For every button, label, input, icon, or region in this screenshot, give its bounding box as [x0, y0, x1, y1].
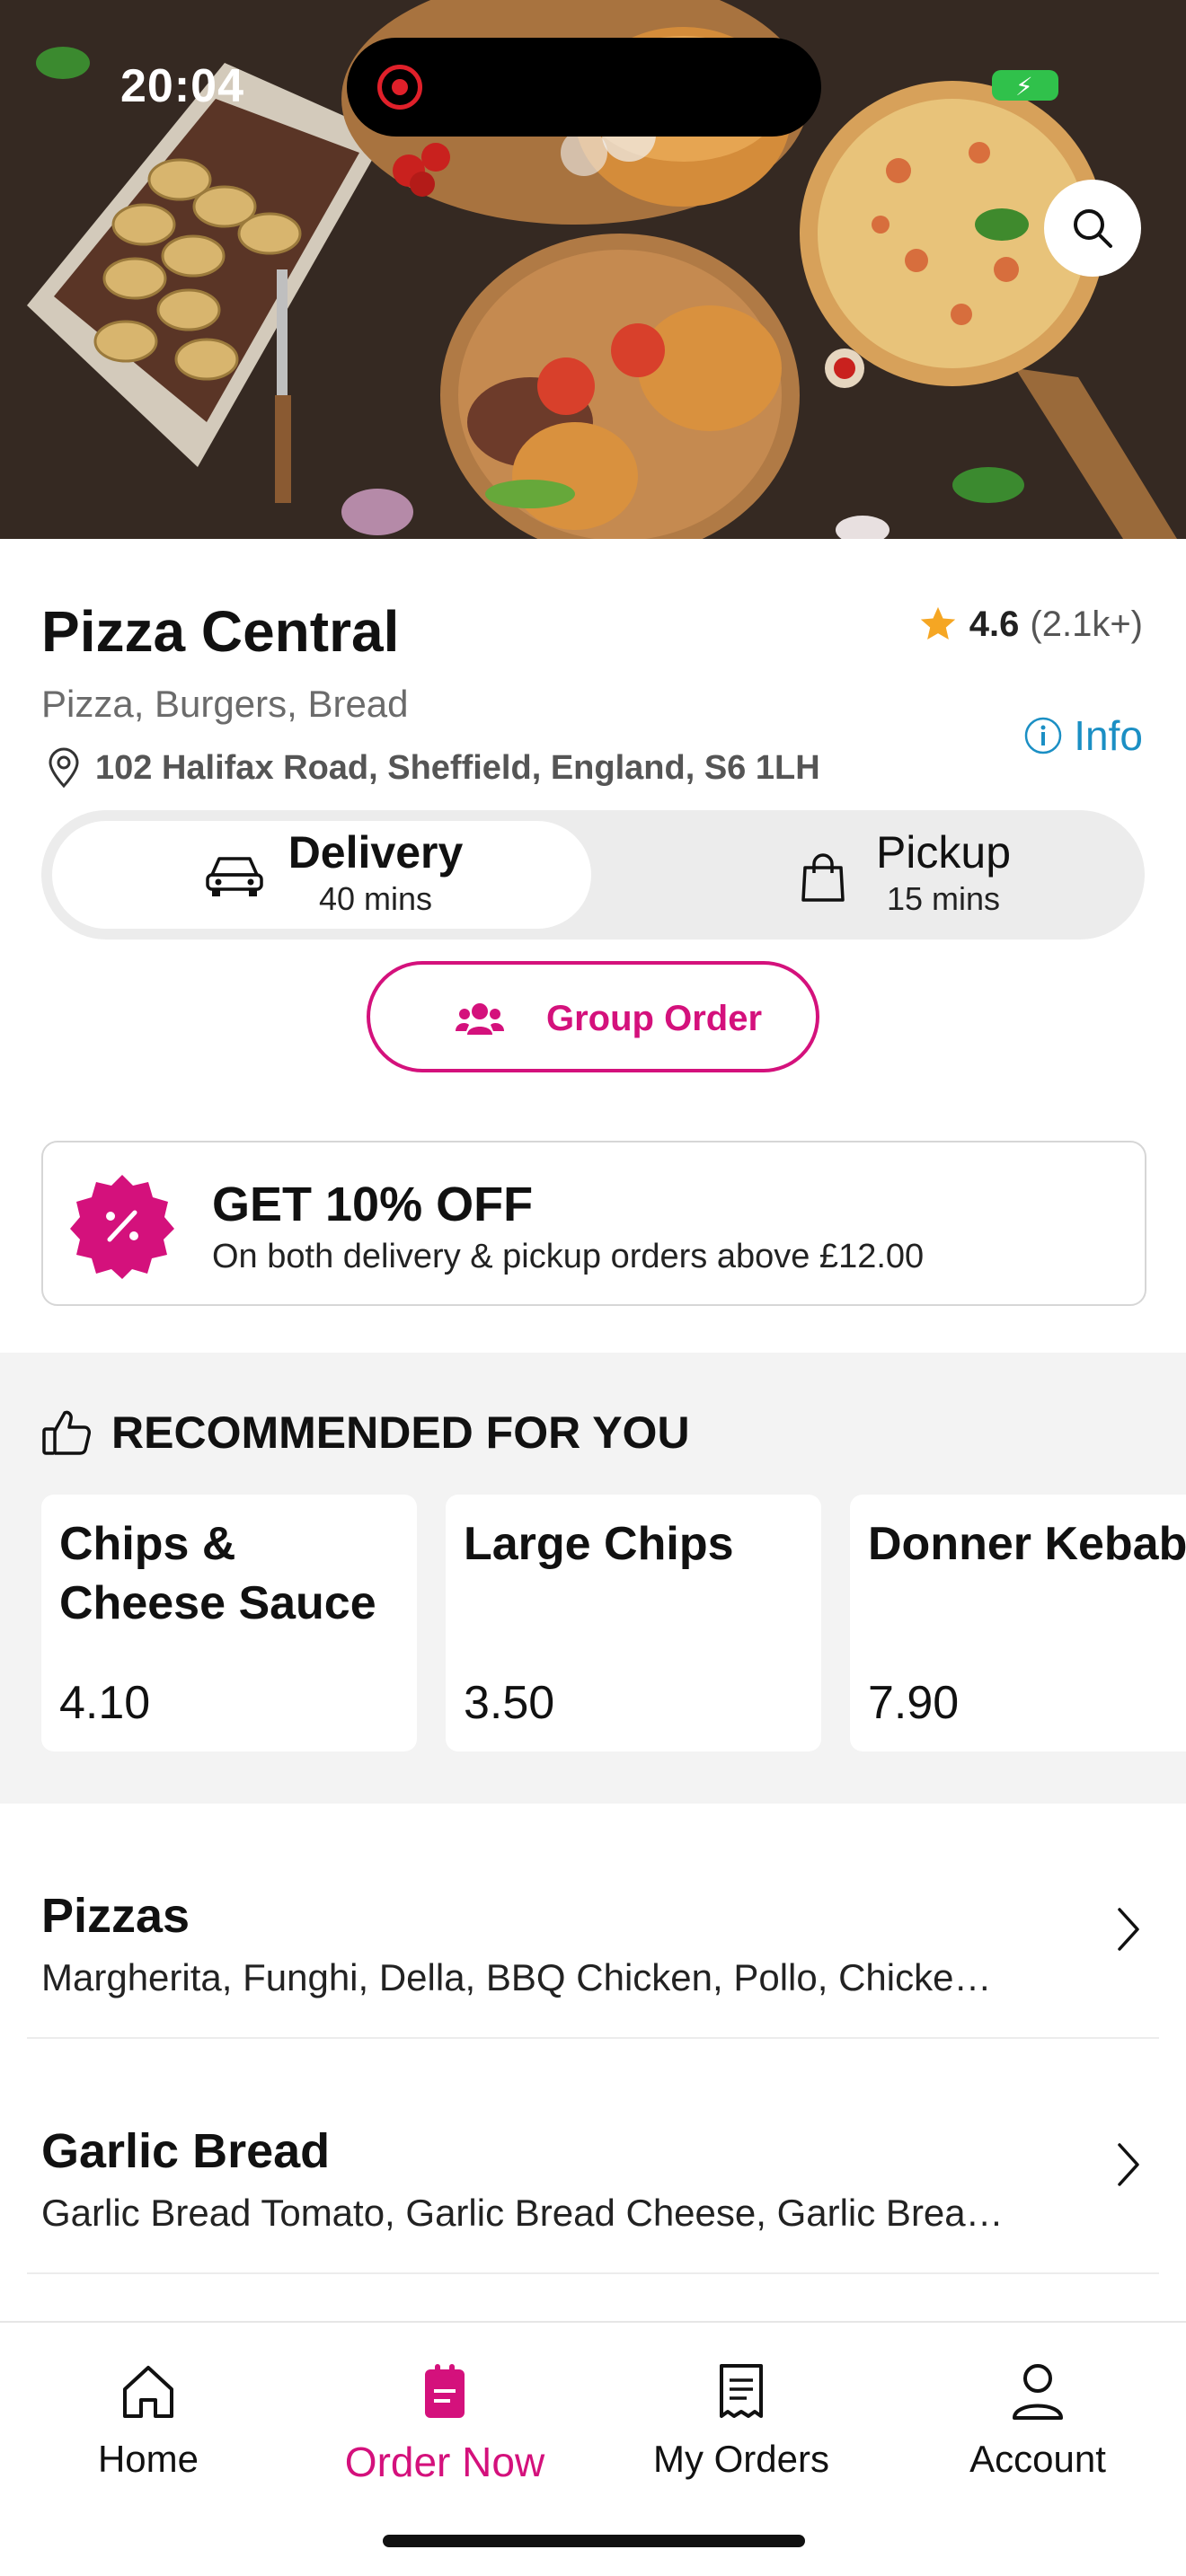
recommended-title: RECOMMENDED FOR YOU [111, 1407, 690, 1458]
recommended-section: RECOMMENDED FOR YOU Chips & Cheese Sauce… [0, 1353, 1186, 1804]
status-time: 20:04 [120, 60, 244, 112]
rating: 4.6 (2.1k+) [917, 604, 1143, 645]
address: 102 Halifax Road, Sheffield, England, S6… [45, 747, 820, 789]
order-icon [425, 2364, 465, 2418]
category-name: Garlic Bread [41, 2124, 331, 2178]
pickup-option[interactable]: Pickup 15 mins [602, 821, 1134, 929]
user-icon [1013, 2364, 1063, 2420]
receipt-icon [720, 2364, 763, 2418]
delivery-label: Delivery [288, 827, 464, 878]
rating-count: (2.1k+) [1030, 604, 1143, 644]
group-order-label: Group Order [546, 999, 763, 1038]
tab-account[interactable]: Account [890, 2362, 1186, 2481]
recommended-item-card[interactable]: Donner Kebab 7.90 [850, 1495, 1186, 1751]
restaurant-name: Pizza Central [41, 599, 400, 664]
location-pin-icon [49, 747, 79, 789]
pickup-time: 15 mins [886, 880, 1001, 917]
tab-label: Account [969, 2438, 1106, 2480]
offer-description: On both delivery & pickup orders above £… [212, 1238, 925, 1275]
home-indicator[interactable] [383, 2535, 805, 2547]
item-price: 4.10 [59, 1677, 151, 1729]
item-name: Chips & Cheese Sauce [59, 1518, 376, 1629]
recommended-header: RECOMMENDED FOR YOU [41, 1407, 690, 1459]
category-row-pizzas[interactable]: Pizzas Margherita, Funghi, Della, BBQ Ch… [27, 1805, 1159, 2039]
tab-label: Order Now [344, 2439, 545, 2485]
category-name: Pizzas [41, 1889, 190, 1943]
group-users-icon [456, 1003, 504, 1035]
group-order-button[interactable]: Group Order [367, 961, 819, 1072]
tab-label: My Orders [652, 2438, 829, 2480]
item-name: Large Chips [464, 1518, 734, 1570]
recommended-item-card[interactable]: Large Chips 3.50 [446, 1495, 821, 1751]
item-name: Donner Kebab [868, 1518, 1186, 1570]
offer-title: GET 10% OFF [212, 1178, 534, 1231]
delivery-time: 40 mins [318, 880, 433, 917]
info-icon [1025, 717, 1062, 754]
category-items: Margherita, Funghi, Della, BBQ Chicken, … [41, 1956, 992, 1998]
home-icon [123, 2366, 173, 2418]
chevron-right-icon [1118, 2143, 1139, 2186]
category-items: Garlic Bread Tomato, Garlic Bread Cheese… [41, 2192, 1004, 2234]
info-link[interactable]: Info [1023, 711, 1143, 760]
item-price: 3.50 [464, 1677, 555, 1729]
info-label: Info [1074, 712, 1143, 759]
chevron-right-icon [1118, 1908, 1139, 1951]
recording-indicator-icon [377, 65, 422, 110]
thumbs-up-icon [42, 1410, 91, 1455]
dynamic-island [347, 38, 821, 137]
recommended-item-card[interactable]: Chips & Cheese Sauce 4.10 [41, 1495, 417, 1751]
tab-label: Home [97, 2438, 199, 2480]
car-icon [206, 857, 263, 896]
pickup-label: Pickup [875, 827, 1012, 878]
discount-offer-banner[interactable]: GET 10% OFF On both delivery & pickup or… [41, 1141, 1146, 1306]
cuisine-list: Pizza, Burgers, Bread [41, 683, 409, 725]
search-button[interactable] [1044, 180, 1141, 277]
battery-charging-icon: ⚡ [992, 70, 1058, 101]
address-text: 102 Halifax Road, Sheffield, England, S6… [95, 748, 820, 787]
delivery-option[interactable]: Delivery 40 mins [52, 821, 591, 929]
item-price: 7.90 [868, 1677, 960, 1729]
discount-badge-icon [70, 1175, 174, 1279]
tab-home[interactable]: Home [0, 2362, 296, 2481]
rating-value: 4.6 [969, 604, 1020, 644]
order-mode-toggle: Delivery 40 mins Pickup 15 mins [41, 810, 1145, 940]
search-icon [1074, 209, 1112, 248]
star-icon [920, 606, 955, 640]
tab-order-now[interactable]: Order Now [296, 2362, 593, 2486]
tab-my-orders[interactable]: My Orders [593, 2362, 890, 2481]
category-row-garlic-bread[interactable]: Garlic Bread Garlic Bread Tomato, Garlic… [27, 2041, 1159, 2274]
hero-banner: 20:04 ⚡ [0, 0, 1186, 539]
